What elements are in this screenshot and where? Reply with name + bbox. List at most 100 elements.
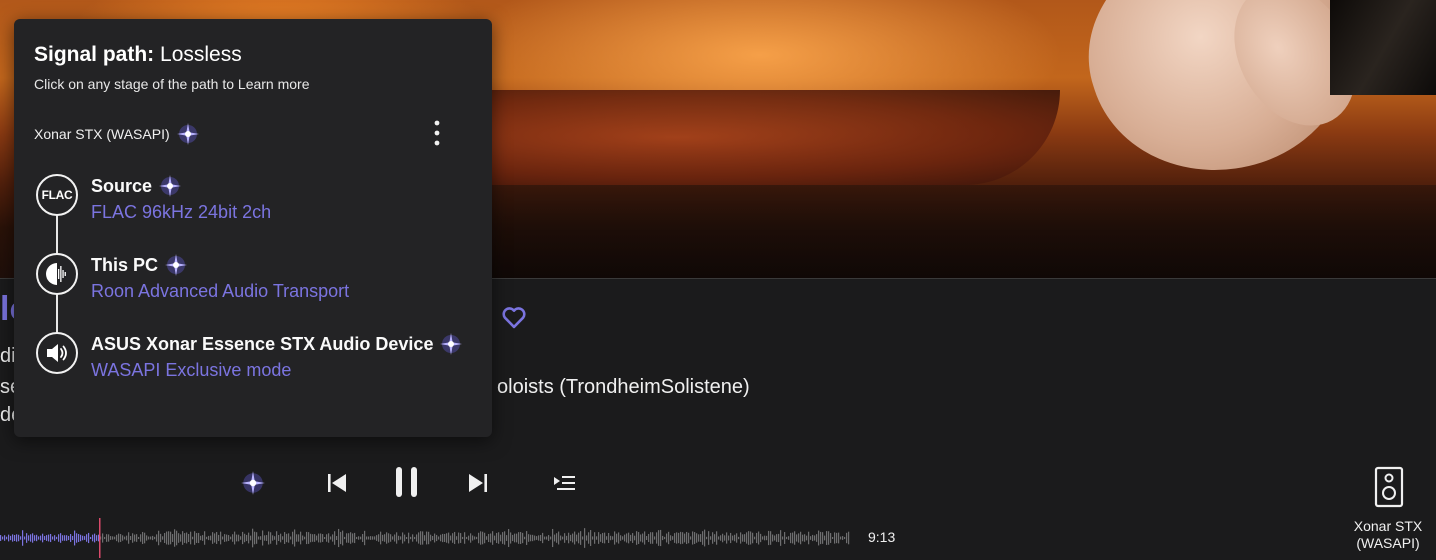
- previous-track-icon[interactable]: [324, 470, 350, 496]
- waveform-bar: [172, 534, 174, 542]
- waveform-bar: [562, 536, 564, 540]
- waveform-bar: [788, 536, 790, 540]
- waveform-bar: [194, 531, 196, 545]
- waveform-bar: [374, 536, 376, 540]
- waveform-seekbar[interactable]: [0, 518, 850, 558]
- waveform-bar: [294, 529, 296, 547]
- waveform-bar: [490, 533, 492, 543]
- waveform-bar: [108, 534, 110, 542]
- waveform-bar: [214, 533, 216, 543]
- waveform-bar: [230, 536, 232, 540]
- waveform-bar: [806, 535, 808, 541]
- waveform-bar: [528, 534, 530, 542]
- now-playing-screen: lo di se de oloists (TrondheimSolistene)…: [0, 0, 1436, 560]
- waveform-bar: [660, 529, 662, 547]
- waveform-bar: [216, 532, 218, 544]
- waveform-bar: [384, 534, 386, 542]
- waveform-bar: [516, 533, 518, 543]
- waveform-bar: [350, 532, 352, 544]
- waveform-bar: [28, 535, 30, 541]
- waveform-bar: [234, 531, 236, 545]
- more-options-icon[interactable]: [424, 117, 450, 149]
- flac-icon: FLAC: [36, 174, 78, 216]
- waveform-bar: [506, 535, 508, 541]
- waveform-bar: [808, 531, 810, 545]
- signal-path-button[interactable]: [240, 470, 266, 496]
- waveform-bar: [674, 533, 676, 543]
- waveform-bar: [378, 534, 380, 542]
- playhead[interactable]: [99, 518, 101, 558]
- waveform-bar: [536, 536, 538, 540]
- waveform-bar: [770, 531, 772, 545]
- waveform-bar: [348, 533, 350, 543]
- waveform-bar: [410, 536, 412, 540]
- waveform-bar: [680, 531, 682, 545]
- waveform-bar: [154, 536, 156, 540]
- violin-neck-shape: [1330, 0, 1436, 95]
- waveform-bar: [388, 533, 390, 543]
- signal-quality: Lossless: [160, 43, 242, 66]
- waveform-bar: [754, 536, 756, 540]
- waveform-bar: [96, 535, 98, 541]
- stage-this-pc-detail: Roon Advanced Audio Transport: [91, 281, 350, 301]
- waveform-bar: [830, 533, 832, 543]
- waveform-bar: [176, 530, 178, 546]
- waveform-bar: [256, 532, 258, 544]
- waveform-bar: [394, 534, 396, 542]
- waveform-bar: [2, 536, 4, 540]
- waveform-bar: [544, 536, 546, 540]
- waveform-bar: [484, 532, 486, 544]
- waveform-bar: [398, 535, 400, 541]
- stage-output-device[interactable]: ASUS Xonar Essence STX Audio Device WASA…: [14, 332, 492, 392]
- waveform-bar: [724, 535, 726, 541]
- stage-this-pc[interactable]: This PC Roon Advanced Audio Transport: [14, 253, 492, 313]
- waveform-bar: [22, 530, 24, 546]
- waveform-bar: [578, 532, 580, 544]
- waveform-bar: [76, 533, 78, 543]
- waveform-bar: [596, 536, 598, 540]
- waveform-bar: [0, 535, 2, 541]
- queue-icon[interactable]: [551, 472, 577, 494]
- zone-row[interactable]: Xonar STX (WASAPI): [34, 123, 200, 145]
- waveform-bar: [412, 534, 414, 542]
- waveform-bar: [604, 532, 606, 544]
- waveform-bar: [266, 535, 268, 541]
- waveform-bar: [622, 536, 624, 540]
- waveform-bar: [236, 534, 238, 542]
- violin-body-shape: [420, 90, 1060, 185]
- waveform-bar: [546, 536, 548, 540]
- waveform-bar: [124, 536, 126, 540]
- waveform-bar: [86, 534, 88, 542]
- waveform-bar: [756, 532, 758, 544]
- waveform-bar: [468, 535, 470, 541]
- waveform-bar: [402, 532, 404, 544]
- stage-source[interactable]: FLAC Source FLAC 96kHz 24bit 2ch: [14, 174, 492, 234]
- track-performer[interactable]: oloists (TrondheimSolistene): [497, 376, 750, 399]
- waveform-bar: [610, 535, 612, 541]
- waveform-bar: [748, 531, 750, 545]
- waveform-bar: [270, 532, 272, 544]
- pause-icon[interactable]: [392, 465, 422, 499]
- waveform-bar: [618, 532, 620, 544]
- waveform-bar: [606, 536, 608, 540]
- waveform-bar: [276, 531, 278, 545]
- heart-icon[interactable]: [500, 303, 528, 331]
- waveform-bar: [404, 534, 406, 542]
- waveform-bar: [300, 531, 302, 545]
- waveform-bar: [312, 534, 314, 542]
- waveform-bar: [138, 536, 140, 540]
- waveform-bar: [560, 535, 562, 541]
- popup-subtitle: Click on any stage of the path to Learn …: [34, 76, 310, 92]
- waveform-bar: [682, 532, 684, 544]
- waveform-bar: [776, 534, 778, 542]
- waveform-bar: [700, 534, 702, 542]
- next-track-icon[interactable]: [465, 470, 491, 496]
- waveform-bar: [762, 536, 764, 540]
- waveform-bar: [678, 532, 680, 544]
- stage-output-device-label: ASUS Xonar Essence STX Audio Device: [91, 333, 434, 354]
- waveform-bar: [250, 535, 252, 541]
- waveform-bar: [102, 533, 104, 543]
- zone-selector-button[interactable]: Xonar STX (WASAPI): [1340, 466, 1436, 560]
- waveform-bar: [520, 531, 522, 545]
- speaker-volume-icon: [36, 332, 78, 374]
